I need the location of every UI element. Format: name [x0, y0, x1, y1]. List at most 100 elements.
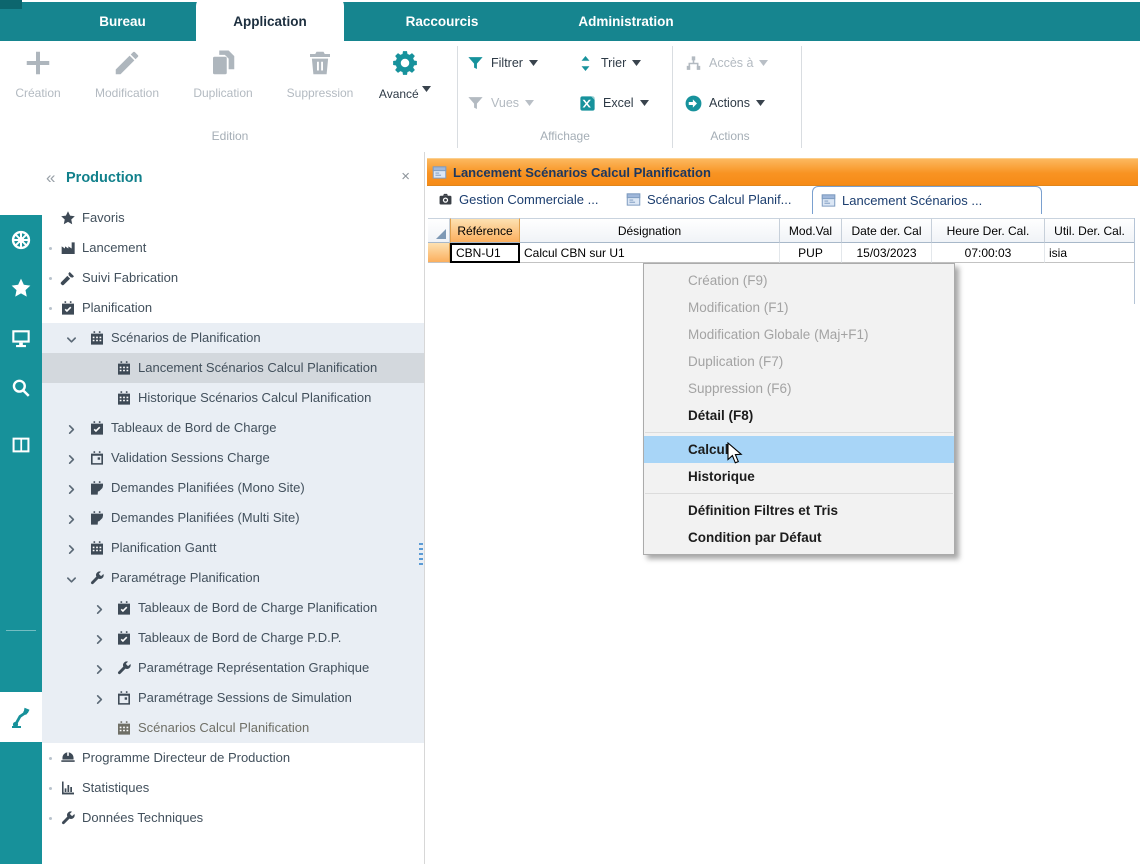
- ribbon-button-filtrer[interactable]: Filtrer: [466, 50, 538, 76]
- tree-item-param-trage-sessions-de-simulation[interactable]: Paramétrage Sessions de Simulation: [42, 683, 424, 713]
- copy-icon: [208, 48, 238, 78]
- window-icon: [821, 193, 836, 208]
- tree-item-planification[interactable]: Planification: [42, 293, 424, 323]
- grid-cell-3[interactable]: PUP: [780, 243, 842, 263]
- context-menu-item-d-tail-f8-[interactable]: Détail (F8): [644, 402, 954, 429]
- tree-item-tableaux-de-bord-de-charge-p-d-p-[interactable]: Tableaux de Bord de Charge P.D.P.: [42, 623, 424, 653]
- grid-cell-1[interactable]: CBN-U1: [450, 243, 520, 263]
- tree-item-label: Paramétrage Planification: [111, 570, 260, 585]
- tree-item-suivi-fabrication[interactable]: Suivi Fabrication: [42, 263, 424, 293]
- rail-item[interactable]: [10, 377, 32, 404]
- tree-branch-dot: [49, 757, 52, 760]
- wrench-icon: [116, 660, 132, 676]
- rail-item[interactable]: [10, 277, 32, 304]
- chevron-down-icon: [632, 60, 641, 66]
- context-menu-item-d-finition-filtres-et-tris[interactable]: Définition Filtres et Tris: [644, 497, 954, 524]
- tree-item-sc-narios-calcul-planification[interactable]: Scénarios Calcul Planification: [42, 713, 424, 743]
- ribbon-button-suppression[interactable]: Suppression: [274, 48, 366, 100]
- rail-item[interactable]: [10, 229, 32, 256]
- tree-item-label: Tableaux de Bord de Charge: [111, 420, 277, 435]
- tree-item-param-trage-repr-sentation-graphique[interactable]: Paramétrage Représentation Graphique: [42, 653, 424, 683]
- tree-item-sc-narios-de-planification[interactable]: Scénarios de Planification: [42, 323, 424, 353]
- tree-item-statistiques[interactable]: Statistiques: [42, 773, 424, 803]
- tree-item-lancement-sc-narios-calcul-planification[interactable]: Lancement Scénarios Calcul Planification: [42, 353, 424, 383]
- robot-icon: [9, 705, 33, 729]
- calendar-check-icon: [116, 600, 132, 616]
- tree-item-label: Lancement Scénarios Calcul Planification: [138, 360, 377, 375]
- grid-header-heure-der-cal-[interactable]: Heure Der. Cal.: [932, 218, 1045, 243]
- tree-item-demandes-planifi-es-multi-site-[interactable]: Demandes Planifiées (Multi Site): [42, 503, 424, 533]
- ribbon-button-avancé[interactable]: Avancé: [373, 48, 437, 101]
- ribbon-button-trier[interactable]: Trier: [576, 50, 641, 76]
- tree-item-tableaux-de-bord-de-charge-planification[interactable]: Tableaux de Bord de Charge Planification: [42, 593, 424, 623]
- tree-item-label: Suivi Fabrication: [82, 270, 178, 285]
- wrench-icon: [89, 570, 105, 586]
- grid-cell-6[interactable]: isia: [1045, 243, 1135, 263]
- grid-cell-2[interactable]: Calcul CBN sur U1: [520, 243, 780, 263]
- tree-item-historique-sc-narios-calcul-planification[interactable]: Historique Scénarios Calcul Planificatio…: [42, 383, 424, 413]
- calendar-check-icon: [89, 420, 105, 436]
- tree-item-planification-gantt[interactable]: Planification Gantt: [42, 533, 424, 563]
- ribbon-group-label: Actions: [650, 129, 810, 143]
- document-tab-1[interactable]: Gestion Commerciale ...: [430, 186, 610, 213]
- chevron-open-icon: [66, 574, 77, 585]
- tree-item-param-trage-planification[interactable]: Paramétrage Planification: [42, 563, 424, 593]
- menubar-tab-raccourcis[interactable]: Raccourcis: [352, 2, 532, 41]
- app-window: { "menubar": { "tabs": [ {"label": "Bure…: [0, 0, 1140, 864]
- ribbon-group-label: Affichage: [485, 129, 645, 143]
- grid-row-selector[interactable]: [428, 243, 450, 263]
- panel-collapse-button[interactable]: «: [46, 168, 55, 188]
- panel-title: Production: [66, 170, 143, 186]
- ribbon-button-accès-à[interactable]: Accès à: [684, 50, 768, 76]
- rail-item-active[interactable]: [0, 692, 42, 742]
- camera-icon: [438, 192, 453, 207]
- tree-item-lancement[interactable]: Lancement: [42, 233, 424, 263]
- sort-icon: [576, 54, 595, 73]
- columns-icon: [10, 434, 32, 456]
- chevron-closed-icon: [94, 604, 105, 615]
- tree-item-tableaux-de-bord-de-charge[interactable]: Tableaux de Bord de Charge: [42, 413, 424, 443]
- menubar-tab-bureau[interactable]: Bureau: [60, 2, 185, 41]
- ribbon-button-excel[interactable]: Excel: [578, 90, 649, 116]
- chevron-closed-icon: [94, 664, 105, 675]
- grid-header-date-der-cal[interactable]: Date der. Cal: [842, 218, 932, 243]
- grid-cell-5[interactable]: 07:00:03: [932, 243, 1045, 263]
- rail-item[interactable]: [10, 327, 32, 354]
- document-tab-label: Lancement Scénarios ...: [842, 193, 982, 208]
- tree-item-label: Données Techniques: [82, 810, 203, 825]
- tree-item-validation-sessions-charge[interactable]: Validation Sessions Charge: [42, 443, 424, 473]
- tree-item-demandes-planifi-es-mono-site-[interactable]: Demandes Planifiées (Mono Site): [42, 473, 424, 503]
- chevron-open-icon: [66, 334, 77, 345]
- grid-header-mod-val[interactable]: Mod.Val: [780, 218, 842, 243]
- ribbon-button-actions[interactable]: Actions: [684, 90, 765, 116]
- circle-arrow-icon: [684, 94, 703, 113]
- grid-cell-4[interactable]: 15/03/2023: [842, 243, 932, 263]
- grid-corner-cell[interactable]: [428, 218, 450, 243]
- tree-item-favoris[interactable]: Favoris: [42, 203, 424, 233]
- ribbon-button-modification[interactable]: Modification: [81, 48, 173, 100]
- ribbon-button-vues[interactable]: Vues: [466, 90, 534, 116]
- document-tab-3[interactable]: Lancement Scénarios ...: [812, 186, 1042, 214]
- tree-item-label: Paramétrage Sessions de Simulation: [138, 690, 352, 705]
- star-icon: [60, 210, 76, 226]
- ribbon-button-création[interactable]: Création: [0, 48, 76, 100]
- rail-item[interactable]: [10, 434, 32, 461]
- document-tab-2[interactable]: Scénarios Calcul Planif...: [618, 186, 806, 213]
- grid-header-d-signation[interactable]: Désignation: [520, 218, 780, 243]
- context-menu-item-calcul[interactable]: Calcul: [644, 436, 954, 463]
- panel-resize-grip[interactable]: [419, 543, 423, 567]
- grid-header-r-f-rence[interactable]: Référence: [450, 218, 520, 243]
- wheel-icon: [10, 229, 32, 251]
- context-menu-item-historique[interactable]: Historique: [644, 463, 954, 490]
- tree-item-donn-es-techniques[interactable]: Données Techniques: [42, 803, 424, 833]
- calendar-grid-icon: [116, 720, 132, 736]
- tree-branch-dot: [49, 247, 52, 250]
- grid-header-util-der-cal-[interactable]: Util. Der. Cal.: [1045, 218, 1135, 243]
- menubar-tab-application[interactable]: Application: [196, 0, 344, 43]
- ribbon-button-duplication[interactable]: Duplication: [181, 48, 265, 100]
- panel-close-button[interactable]: ×: [401, 168, 410, 185]
- corner-triangle-icon: [436, 229, 446, 239]
- tree-item-programme-directeur-de-production[interactable]: Programme Directeur de Production: [42, 743, 424, 773]
- menubar-tab-administration[interactable]: Administration: [540, 2, 712, 41]
- context-menu-item-condition-par-d-faut[interactable]: Condition par Défaut: [644, 524, 954, 551]
